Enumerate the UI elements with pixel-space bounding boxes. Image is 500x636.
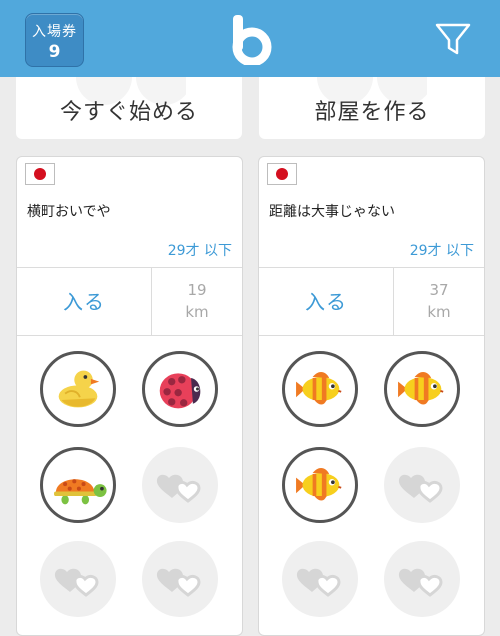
empty-slot[interactable] [282,541,358,617]
ticket-count: 9 [48,42,61,62]
member-slot[interactable] [40,447,116,523]
distance-unit: km [185,303,209,321]
ticket-label: 入場券 [32,24,77,40]
empty-heart-icon [142,541,218,617]
empty-slot[interactable] [384,541,460,617]
empty-heart-icon [384,447,460,523]
japan-flag-icon [267,163,297,185]
japan-flag-icon [25,163,55,185]
divider [17,335,242,336]
empty-slot[interactable] [142,447,218,523]
distance: 37 km [394,279,484,323]
empty-heart-icon [282,541,358,617]
distance-value: 37 [429,281,449,299]
empty-heart-icon [40,541,116,617]
empty-heart-icon [142,447,218,523]
distance-value: 19 [187,281,207,299]
empty-slot[interactable] [384,447,460,523]
member-slot[interactable] [142,351,218,427]
ladybug-avatar-icon [145,354,215,424]
fish-avatar-icon [285,354,355,424]
member-slot[interactable] [384,351,460,427]
fish-avatar-icon [387,354,457,424]
divider [17,267,242,268]
member-slot[interactable] [282,447,358,523]
create-room-button[interactable]: 部屋を作る [259,77,485,139]
age-limit: 29才 以下 [167,243,232,259]
distance-unit: km [427,303,451,321]
room-card[interactable]: 横町おいでや 29才 以下 入る 19 km [16,156,243,636]
divider [259,335,484,336]
age-limit: 29才 以下 [409,243,474,259]
empty-slot[interactable] [40,541,116,617]
room-name: 横町おいでや [27,204,111,220]
empty-heart-icon [384,541,460,617]
divider [259,267,484,268]
room-card[interactable]: 距離は大事じゃない 29才 以下 入る 37 km [258,156,485,636]
enter-button[interactable]: 入る [17,269,151,335]
distance: 19 km [152,279,242,323]
member-slot[interactable] [40,351,116,427]
start-now-label: 今すぐ始める [59,100,198,125]
b-logo-icon[interactable] [227,15,273,65]
ticket-badge[interactable]: 入場券 9 [25,13,84,67]
fish-avatar-icon [285,450,355,520]
enter-button[interactable]: 入る [259,269,393,335]
member-slot[interactable] [282,351,358,427]
filter-icon[interactable] [434,20,472,58]
empty-slot[interactable] [142,541,218,617]
room-name: 距離は大事じゃない [269,204,395,220]
turtle-avatar-icon [43,450,113,520]
app-header: 入場券 9 [0,0,500,77]
create-room-label: 部屋を作る [314,100,430,125]
start-now-button[interactable]: 今すぐ始める [16,77,242,139]
duck-avatar-icon [43,354,113,424]
